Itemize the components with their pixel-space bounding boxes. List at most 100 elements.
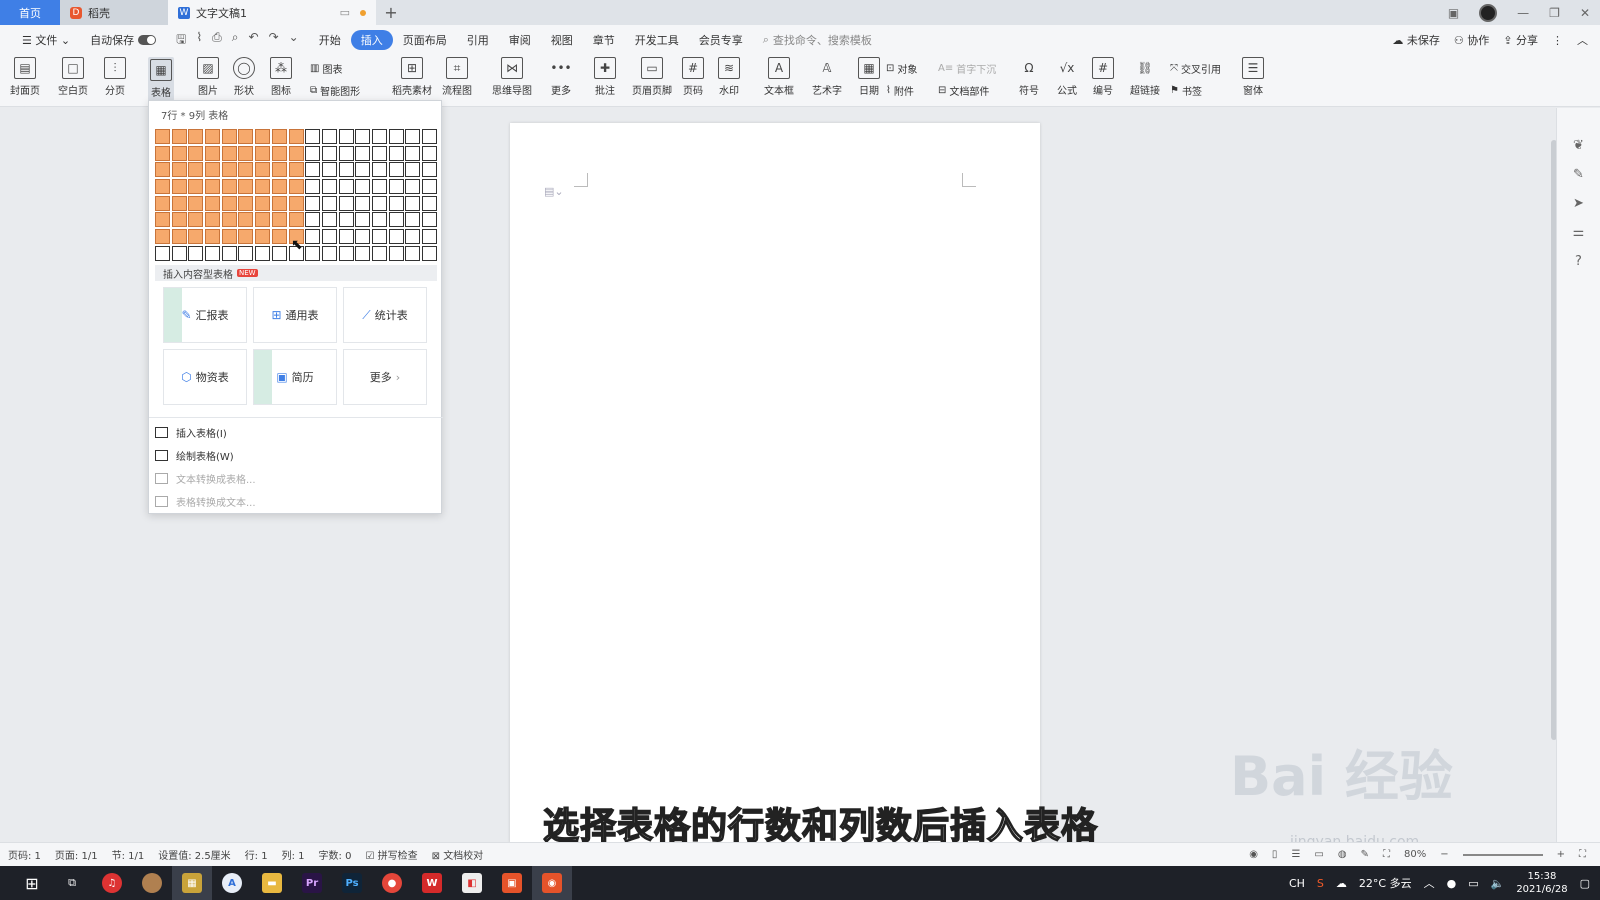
format-painter-icon[interactable]: ⌇ <box>196 30 202 51</box>
table-grid-cell[interactable] <box>221 129 237 144</box>
table-grid-cell[interactable] <box>271 162 287 178</box>
settings-sliders-icon[interactable]: ⚌ <box>1573 225 1585 240</box>
notification-icon[interactable]: ▢ <box>1580 877 1590 890</box>
daoke-material-button[interactable]: ⊞ 稻壳素材 <box>392 57 432 97</box>
fullscreen-icon[interactable]: ⛶ <box>1579 849 1586 860</box>
table-grid-cell[interactable] <box>271 212 287 228</box>
share-button[interactable]: ⇪ 分享 <box>1503 32 1538 48</box>
paragraph-options-icon[interactable]: ▤⌄ <box>544 185 564 198</box>
table-grid-cell[interactable] <box>171 145 187 161</box>
taskbar-app-premiere[interactable]: Pr <box>292 866 332 900</box>
table-grid-cell[interactable] <box>355 245 371 261</box>
taskbar-app-photoshop[interactable]: Ps <box>332 866 372 900</box>
table-grid-cell[interactable] <box>205 195 221 211</box>
table-grid-cell[interactable] <box>271 179 287 195</box>
table-grid-cell[interactable] <box>255 229 271 245</box>
wordart-button[interactable]: 𝔸 艺术字 <box>812 57 842 97</box>
table-grid-cell[interactable] <box>271 195 287 211</box>
table-grid-cell[interactable] <box>388 145 404 161</box>
template-more-button[interactable]: 更多 › <box>343 349 427 405</box>
table-grid-cell[interactable] <box>205 179 221 195</box>
table-grid-cell[interactable] <box>321 245 337 261</box>
table-grid-cell[interactable] <box>238 195 254 211</box>
collapse-ribbon-icon[interactable]: ︿ <box>1577 32 1588 48</box>
tab-home[interactable]: 首页 <box>0 0 60 25</box>
qq-icon[interactable]: ● <box>1447 877 1457 890</box>
customize-icon[interactable]: ⌄ <box>289 30 299 51</box>
table-grid-cell[interactable] <box>221 145 237 161</box>
table-grid-cell[interactable] <box>371 212 387 228</box>
ime-indicator[interactable]: CH <box>1289 877 1305 890</box>
menu-start[interactable]: 开始 <box>309 30 351 50</box>
proofread-button[interactable]: ⊠ 文档校对 <box>432 847 484 862</box>
date-button[interactable]: ▦ 日期 <box>858 57 880 97</box>
watermark-button[interactable]: ≋ 水印 <box>718 57 740 97</box>
table-grid-cell[interactable] <box>238 179 254 195</box>
table-grid-cell[interactable] <box>422 229 437 245</box>
table-grid-cell[interactable] <box>388 245 404 261</box>
table-grid-cell[interactable] <box>205 229 221 245</box>
table-grid-cell[interactable] <box>238 145 254 161</box>
table-grid-cell[interactable] <box>388 162 404 178</box>
weather-text[interactable]: 22°C 多云 <box>1359 875 1412 891</box>
chart-button[interactable]: ▥ 图表 <box>310 61 342 76</box>
table-grid-cell[interactable] <box>405 212 421 228</box>
more-vertical-icon[interactable]: ⋮ <box>1552 34 1563 47</box>
minimize-icon[interactable]: — <box>1517 6 1529 20</box>
table-grid-cell[interactable] <box>221 229 237 245</box>
table-grid-cell[interactable] <box>255 129 271 144</box>
comment-button[interactable]: ✚ 批注 <box>594 57 616 97</box>
pen-icon[interactable]: ✎ <box>1361 849 1369 860</box>
table-grid-cell[interactable] <box>422 195 437 211</box>
table-grid-cell[interactable] <box>422 245 437 261</box>
taskbar-app-netease[interactable]: ♫ <box>92 866 132 900</box>
command-search[interactable]: ⌕ 查找命令、搜索模板 <box>763 32 872 48</box>
table-grid-cell[interactable] <box>405 145 421 161</box>
table-grid-cell[interactable] <box>155 129 170 144</box>
table-grid-cell[interactable] <box>305 245 321 261</box>
table-grid-cell[interactable] <box>321 129 337 144</box>
table-grid-cell[interactable] <box>422 162 437 178</box>
table-grid-cell[interactable] <box>405 245 421 261</box>
table-grid-cell[interactable] <box>221 195 237 211</box>
table-grid-cell[interactable] <box>321 229 337 245</box>
table-grid-cell[interactable] <box>305 129 321 144</box>
more-button[interactable]: ••• 更多 <box>550 57 572 97</box>
table-grid-cell[interactable] <box>255 162 271 178</box>
table-grid-cell[interactable] <box>288 179 304 195</box>
table-grid-cell[interactable] <box>238 245 254 261</box>
table-grid-cell[interactable] <box>371 145 387 161</box>
save-icon[interactable]: 🖫 <box>176 30 186 51</box>
table-grid-cell[interactable] <box>338 229 354 245</box>
textbox-button[interactable]: A 文本框 <box>764 57 794 97</box>
menu-view[interactable]: 视图 <box>541 30 583 50</box>
table-grid-cell[interactable] <box>155 145 170 161</box>
style-icon[interactable]: ❦ <box>1573 138 1584 153</box>
table-grid-cell[interactable] <box>155 195 170 211</box>
taskbar-app-camtasia[interactable]: ▣ <box>492 866 532 900</box>
document-page[interactable]: ▤⌄ <box>510 123 1040 843</box>
screen-icon[interactable]: ▭ <box>340 6 350 19</box>
table-grid-cell[interactable] <box>422 145 437 161</box>
table-grid-cell[interactable] <box>155 179 170 195</box>
select-cursor-icon[interactable]: ➤ <box>1573 196 1584 211</box>
table-grid-cell[interactable] <box>271 229 287 245</box>
menu-chapter[interactable]: 章节 <box>583 30 625 50</box>
table-grid-cell[interactable] <box>155 229 170 245</box>
start-button[interactable]: ⊞ <box>12 866 52 900</box>
table-grid-cell[interactable] <box>288 195 304 211</box>
table-grid-cell[interactable] <box>321 212 337 228</box>
flowchart-button[interactable]: ⌗ 流程图 <box>442 57 472 97</box>
zoom-level[interactable]: 80% <box>1404 849 1426 860</box>
undo-icon[interactable]: ↶ <box>249 30 259 51</box>
close-icon[interactable]: ✕ <box>1580 6 1590 20</box>
table-grid-cell[interactable] <box>205 145 221 161</box>
table-grid-cell[interactable] <box>188 245 204 261</box>
outline-view-icon[interactable]: ☰ <box>1291 849 1300 860</box>
table-grid-cell[interactable] <box>371 129 387 144</box>
table-grid-cell[interactable] <box>405 195 421 211</box>
menu-references[interactable]: 引用 <box>457 30 499 50</box>
globe-icon[interactable]: ◍ <box>1338 849 1347 860</box>
table-grid-cell[interactable] <box>371 179 387 195</box>
table-grid-cell[interactable] <box>321 162 337 178</box>
